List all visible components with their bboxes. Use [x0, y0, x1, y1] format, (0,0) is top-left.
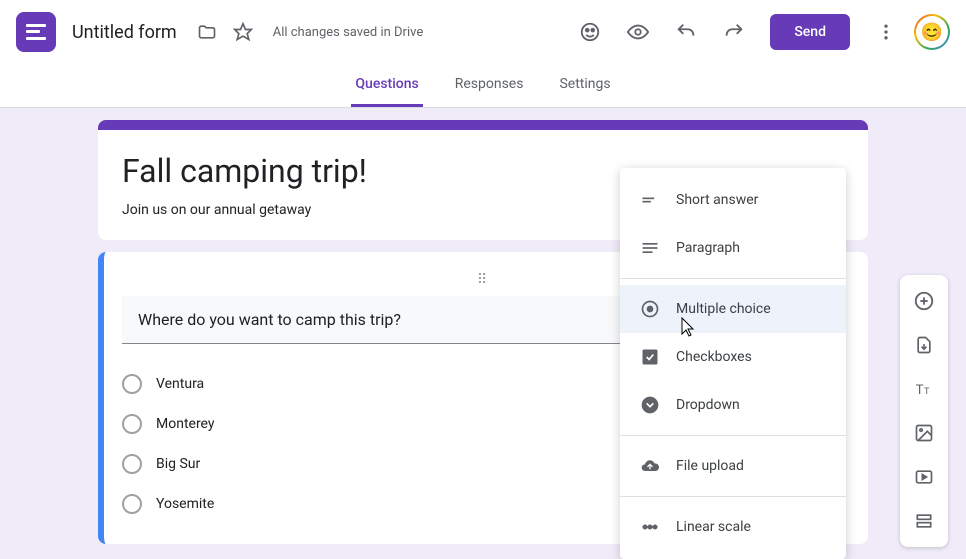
option-label[interactable]: Ventura — [156, 376, 204, 392]
option-label[interactable]: Big Sur — [156, 456, 200, 472]
tab-questions[interactable]: Questions — [351, 64, 422, 107]
customize-theme-icon[interactable] — [570, 12, 610, 52]
import-questions-icon[interactable] — [906, 327, 942, 363]
star-icon[interactable] — [231, 20, 255, 44]
form-title-input[interactable]: Untitled form — [72, 22, 177, 43]
linear-scale-icon — [640, 517, 660, 537]
tabs-bar: Questions Responses Settings — [0, 64, 966, 108]
menu-item-short-answer[interactable]: Short answer — [620, 176, 846, 224]
tab-responses[interactable]: Responses — [451, 64, 528, 107]
menu-label: File upload — [676, 458, 744, 474]
folder-icon[interactable] — [195, 20, 219, 44]
svg-text:T: T — [924, 387, 930, 397]
add-image-icon[interactable] — [906, 415, 942, 451]
menu-divider — [620, 278, 846, 279]
menu-item-linear-scale[interactable]: Linear scale — [620, 503, 846, 551]
svg-text:T: T — [916, 383, 924, 398]
menu-item-checkboxes[interactable]: Checkboxes — [620, 333, 846, 381]
checkbox-icon — [640, 347, 660, 367]
option-label[interactable]: Yosemite — [156, 496, 214, 512]
tab-settings[interactable]: Settings — [555, 64, 614, 107]
cloud-upload-icon — [640, 456, 660, 476]
question-type-menu: Short answer Paragraph Multiple choice C… — [620, 168, 846, 559]
save-status: All changes saved in Drive — [273, 25, 424, 40]
short-answer-icon — [640, 190, 660, 210]
add-section-icon[interactable] — [906, 503, 942, 539]
menu-label: Checkboxes — [676, 349, 752, 365]
menu-item-multiple-choice[interactable]: Multiple choice — [620, 285, 846, 333]
option-label[interactable]: Monterey — [156, 416, 215, 432]
radio-icon — [122, 454, 142, 474]
menu-item-file-upload[interactable]: File upload — [620, 442, 846, 490]
radio-icon — [122, 494, 142, 514]
forms-logo[interactable] — [16, 12, 56, 52]
menu-label: Short answer — [676, 192, 758, 208]
add-title-icon[interactable]: TT — [906, 371, 942, 407]
account-avatar[interactable]: 😊 — [914, 14, 950, 50]
more-icon[interactable] — [866, 12, 906, 52]
radio-icon — [122, 414, 142, 434]
dropdown-icon — [640, 395, 660, 415]
radio-selected-icon — [640, 299, 660, 319]
add-question-icon[interactable] — [906, 283, 942, 319]
send-button[interactable]: Send — [770, 14, 850, 50]
menu-label: Dropdown — [676, 397, 740, 413]
undo-icon[interactable] — [666, 12, 706, 52]
add-video-icon[interactable] — [906, 459, 942, 495]
radio-icon — [122, 374, 142, 394]
side-toolbar: TT — [900, 275, 948, 547]
app-header: Untitled form All changes saved in Drive… — [0, 0, 966, 64]
menu-label: Linear scale — [676, 519, 751, 535]
menu-divider — [620, 435, 846, 436]
preview-icon[interactable] — [618, 12, 658, 52]
menu-item-paragraph[interactable]: Paragraph — [620, 224, 846, 272]
menu-item-dropdown[interactable]: Dropdown — [620, 381, 846, 429]
redo-icon[interactable] — [714, 12, 754, 52]
paragraph-icon — [640, 238, 660, 258]
menu-divider — [620, 496, 846, 497]
menu-label: Multiple choice — [676, 301, 771, 317]
menu-label: Paragraph — [676, 240, 740, 256]
